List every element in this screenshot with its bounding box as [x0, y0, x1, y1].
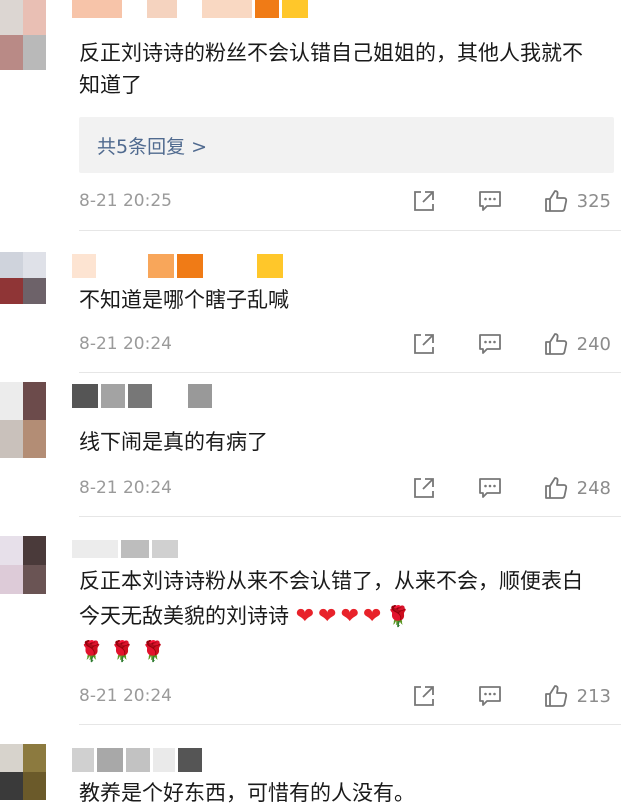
- share-icon[interactable]: [411, 475, 437, 501]
- comment-icon[interactable]: [477, 683, 503, 709]
- comment-item: 反正本刘诗诗粉从来不会认错了，从来不会，顺便表白今天无敌美貌的刘诗诗 ❤ ❤ ❤ ❤ 🌹…: [0, 536, 621, 732]
- like-count: 248: [576, 477, 611, 499]
- avatar[interactable]: [0, 252, 46, 304]
- share-icon[interactable]: [411, 331, 437, 357]
- like-count: 325: [576, 190, 611, 212]
- avatar[interactable]: [0, 744, 46, 800]
- heart-emoji-icon: ❤: [295, 604, 315, 629]
- comment-text: 教养是个好东西，可惜有的人没有。: [79, 781, 415, 805]
- comment-item: 线下闹是真的有病了 8-21 20:24 248: [0, 382, 621, 522]
- divider: [79, 230, 621, 231]
- comment-icon[interactable]: [477, 331, 503, 357]
- rose-emoji-icon: 🌹: [140, 639, 166, 663]
- comment-actions: 325: [411, 187, 611, 215]
- comment-time: 8-21 20:24: [79, 334, 172, 354]
- divider: [79, 516, 621, 517]
- comment-text: 反正本刘诗诗粉从来不会认错了，从来不会，顺便表白今天无敌美貌的刘诗诗 ❤ ❤ ❤ ❤ 🌹…: [79, 564, 601, 669]
- like-icon[interactable]: [543, 475, 569, 501]
- comment-text: 不知道是哪个瞎子乱喊: [79, 288, 289, 312]
- comment-text: 反正刘诗诗的粉丝不会认错自己姐姐的，其他人我就不知道了: [79, 41, 583, 97]
- view-replies-button[interactable]: 共5条回复 >: [79, 117, 614, 173]
- share-icon[interactable]: [411, 188, 437, 214]
- like-icon[interactable]: [543, 683, 569, 709]
- view-replies-label: 共5条回复 >: [97, 135, 208, 158]
- comment-item: 反正刘诗诗的粉丝不会认错自己姐姐的，其他人我就不知道了 共5条回复 > 8-21…: [0, 0, 621, 238]
- comment-item: 不知道是哪个瞎子乱喊 8-21 20:24 240: [0, 252, 621, 382]
- username-blurred[interactable]: [72, 0, 308, 18]
- comment-meta: 8-21 20:25 325: [79, 187, 621, 215]
- divider: [79, 724, 621, 725]
- comment-time: 8-21 20:24: [79, 478, 172, 498]
- avatar[interactable]: [0, 0, 46, 70]
- divider: [79, 372, 621, 373]
- like-icon[interactable]: [543, 188, 569, 214]
- heart-emoji-icon: ❤: [340, 604, 359, 629]
- like-icon[interactable]: [543, 331, 569, 357]
- rose-emoji-icon: 🌹: [109, 639, 135, 663]
- username-blurred[interactable]: [72, 540, 178, 558]
- username-blurred[interactable]: [72, 384, 212, 408]
- comment-meta: 8-21 20:24 240: [79, 330, 621, 358]
- comment-meta: 8-21 20:24 213: [79, 682, 621, 710]
- comment-icon[interactable]: [477, 475, 503, 501]
- comment-actions: 248: [411, 474, 611, 502]
- username-blurred[interactable]: [72, 254, 283, 278]
- rose-emoji-icon: 🌹: [79, 639, 104, 663]
- like-count: 240: [576, 333, 611, 355]
- heart-emoji-icon: ❤: [363, 604, 382, 629]
- comment-meta: 8-21 20:24 248: [79, 474, 621, 502]
- comment-item: 教养是个好东西，可惜有的人没有。: [0, 744, 621, 809]
- share-icon[interactable]: [411, 683, 437, 709]
- comment-time: 8-21 20:25: [79, 191, 172, 211]
- username-blurred[interactable]: [72, 748, 202, 772]
- comment-actions: 240: [411, 330, 611, 358]
- comment-time: 8-21 20:24: [79, 686, 172, 706]
- comment-actions: 213: [411, 682, 611, 710]
- comment-icon[interactable]: [477, 188, 503, 214]
- comment-text: 线下闹是真的有病了: [79, 430, 268, 454]
- avatar[interactable]: [0, 382, 46, 458]
- like-count: 213: [576, 685, 611, 707]
- avatar[interactable]: [0, 536, 46, 594]
- rose-emoji-icon: 🌹: [385, 604, 411, 628]
- heart-emoji-icon: ❤: [318, 604, 337, 629]
